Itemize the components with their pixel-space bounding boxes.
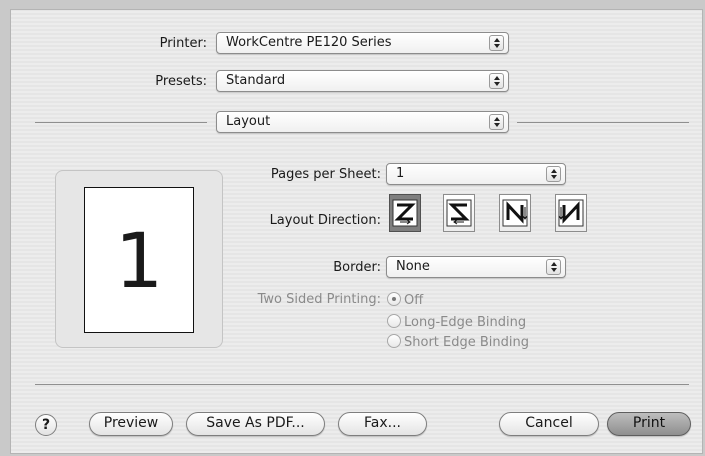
two-sided-label: Two Sided Printing: — [257, 292, 381, 307]
help-button[interactable]: ? — [35, 414, 57, 436]
popup-arrows-icon — [546, 166, 561, 182]
direction-n-reverse-button[interactable] — [555, 194, 587, 232]
cancel-button[interactable]: Cancel — [499, 412, 599, 436]
radio-selected-icon — [387, 292, 401, 306]
preview-page: 1 — [84, 187, 194, 333]
separator-bottom — [35, 384, 689, 385]
two-sided-short-edge-label: Short Edge Binding — [404, 335, 529, 350]
printer-value: WorkCentre PE120 Series — [226, 35, 392, 50]
presets-label: Presets: — [155, 74, 207, 89]
popup-arrows-icon — [489, 35, 504, 51]
two-sided-off-label: Off — [404, 293, 424, 308]
printer-popup[interactable]: WorkCentre PE120 Series — [216, 32, 509, 54]
radio-unselected-icon — [387, 314, 401, 328]
pages-per-sheet-value: 1 — [396, 166, 405, 181]
pages-per-sheet-popup[interactable]: 1 — [386, 163, 566, 185]
separator-right — [517, 122, 689, 123]
direction-s-button[interactable] — [443, 194, 475, 232]
n-reverse-icon — [558, 199, 584, 227]
layout-direction-label: Layout Direction: — [269, 213, 381, 228]
save-as-pdf-button[interactable]: Save As PDF... — [186, 412, 325, 436]
direction-z-button[interactable] — [389, 194, 421, 232]
n-top-down-icon — [502, 199, 528, 227]
border-label: Border: — [333, 260, 381, 275]
panel-popup[interactable]: Layout — [216, 111, 509, 133]
direction-n-button[interactable] — [499, 194, 531, 232]
presets-value: Standard — [226, 73, 286, 88]
pages-per-sheet-label: Pages per Sheet: — [270, 167, 381, 182]
s-right-left-icon — [446, 199, 472, 227]
two-sided-off-radio[interactable]: Off — [387, 292, 423, 308]
printer-label: Printer: — [159, 36, 207, 51]
two-sided-short-edge-radio[interactable]: Short Edge Binding — [387, 334, 529, 350]
panel-value: Layout — [226, 114, 271, 129]
layout-preview: 1 — [55, 170, 223, 348]
separator-left — [35, 122, 207, 123]
border-value: None — [396, 259, 430, 274]
border-popup[interactable]: None — [386, 256, 566, 278]
popup-arrows-icon — [546, 259, 561, 275]
preview-button[interactable]: Preview — [89, 412, 173, 436]
two-sided-long-edge-label: Long-Edge Binding — [404, 315, 527, 330]
presets-popup[interactable]: Standard — [216, 70, 509, 92]
radio-unselected-icon — [387, 334, 401, 348]
two-sided-long-edge-radio[interactable]: Long-Edge Binding — [387, 314, 526, 330]
print-dialog: Printer: WorkCentre PE120 Series Presets… — [10, 9, 703, 454]
fax-button[interactable]: Fax... — [338, 412, 427, 436]
z-left-right-icon — [392, 199, 418, 227]
print-button[interactable]: Print — [607, 412, 691, 436]
popup-arrows-icon — [489, 73, 504, 89]
popup-arrows-icon — [489, 114, 504, 130]
